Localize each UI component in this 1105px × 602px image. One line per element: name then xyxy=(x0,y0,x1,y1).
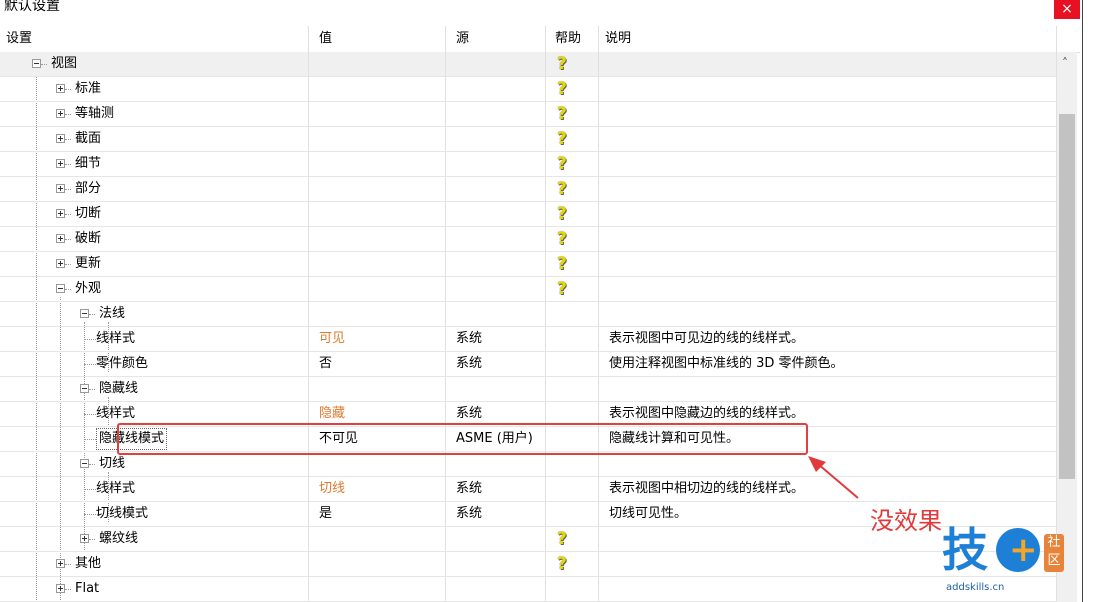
plus-circle-icon: + xyxy=(996,528,1040,572)
annotation-text: 没效果 xyxy=(870,507,942,535)
watermark-url: addskills.cn xyxy=(946,582,1005,593)
plus-glyph: + xyxy=(1009,530,1038,570)
watermark-badge: 社区 xyxy=(1044,534,1064,572)
watermark-char: 技 xyxy=(942,523,988,577)
watermark-logo: 技 + 社区 addskills.cn xyxy=(942,522,1092,602)
